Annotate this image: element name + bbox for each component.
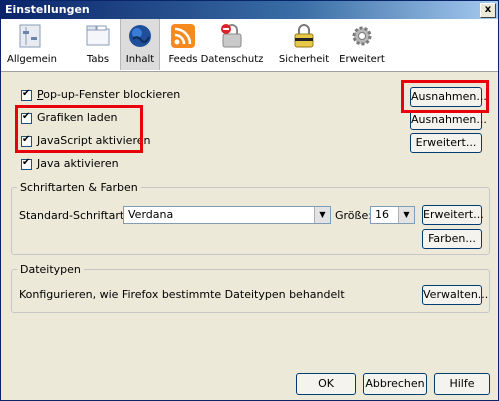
java-label: Java aktivieren bbox=[37, 157, 119, 170]
images-exceptions-button[interactable]: Ausnahmen... bbox=[410, 110, 487, 130]
popup-label: Pop-up-Fenster blockieren bbox=[37, 88, 181, 101]
tab-label: Inhalt bbox=[125, 54, 155, 65]
window-title: Einstellungen bbox=[5, 3, 90, 16]
tab-label: Erweitert bbox=[339, 54, 385, 65]
close-icon[interactable]: x bbox=[480, 3, 496, 18]
globe-icon bbox=[129, 25, 151, 47]
help-button[interactable]: Hilfe bbox=[434, 373, 490, 395]
javascript-advanced-button[interactable]: Erweitert... bbox=[410, 133, 482, 153]
manage-filetypes-button[interactable]: Verwalten... bbox=[422, 285, 488, 305]
pane-toolbar: Allgemein Tabs Inhalt Feeds Datenschutz … bbox=[1, 19, 498, 72]
colors-button[interactable]: Farben... bbox=[422, 229, 482, 249]
highlight-box-images-js bbox=[15, 105, 143, 153]
rss-icon bbox=[171, 24, 195, 48]
tab-label: Feeds bbox=[168, 54, 198, 65]
switch-icon bbox=[19, 24, 41, 48]
tab-feeds[interactable]: Feeds bbox=[164, 19, 202, 70]
fonts-group-label: Schriftarten & Farben bbox=[17, 181, 141, 194]
lock-icon bbox=[294, 24, 314, 48]
filetypes-description: Konfigurieren, wie Firefox bestimmte Dat… bbox=[19, 288, 345, 301]
tab-erweitert[interactable]: Erweitert bbox=[337, 19, 387, 70]
privacy-icon bbox=[221, 24, 242, 48]
default-font-select[interactable]: Verdana ▼ bbox=[123, 206, 331, 224]
ok-button[interactable]: OK bbox=[296, 373, 356, 395]
filetypes-group-label: Dateitypen bbox=[17, 263, 84, 276]
tab-label: Sicherheit bbox=[278, 54, 330, 65]
popup-checkbox[interactable] bbox=[21, 88, 32, 101]
chevron-down-icon[interactable]: ▼ bbox=[314, 207, 330, 223]
tab-label: Tabs bbox=[86, 54, 110, 65]
cancel-button[interactable]: Abbrechen bbox=[363, 373, 427, 395]
font-size-select[interactable]: 16 ▼ bbox=[370, 206, 415, 224]
tab-allgemein[interactable]: Allgemein bbox=[7, 19, 57, 70]
title-bar: Einstellungen x bbox=[1, 1, 498, 19]
tab-tabs[interactable]: Tabs bbox=[79, 19, 117, 70]
chevron-down-icon[interactable]: ▼ bbox=[398, 207, 414, 223]
highlight-box-exceptions bbox=[401, 80, 489, 113]
fonts-advanced-button[interactable]: Erweitert... bbox=[422, 205, 484, 225]
font-size-value: 16 bbox=[375, 208, 389, 221]
tab-datenschutz[interactable]: Datenschutz bbox=[200, 19, 264, 70]
default-font-value: Verdana bbox=[128, 208, 174, 221]
tab-sicherheit[interactable]: Sicherheit bbox=[277, 19, 331, 70]
tab-inhalt[interactable]: Inhalt bbox=[120, 19, 160, 70]
default-font-label: Standard-Schriftart: bbox=[19, 209, 128, 222]
tabs-icon bbox=[86, 25, 110, 46]
java-checkbox[interactable] bbox=[21, 157, 32, 170]
size-label: Größe: bbox=[335, 209, 372, 222]
gear-icon bbox=[352, 26, 372, 46]
tab-label: Allgemein bbox=[7, 54, 57, 65]
preferences-window: Einstellungen x Allgemein Tabs Inhalt Fe… bbox=[0, 0, 499, 401]
popup-label-text: op-up-Fenster blockieren bbox=[43, 88, 181, 101]
tab-label: Datenschutz bbox=[200, 54, 264, 65]
